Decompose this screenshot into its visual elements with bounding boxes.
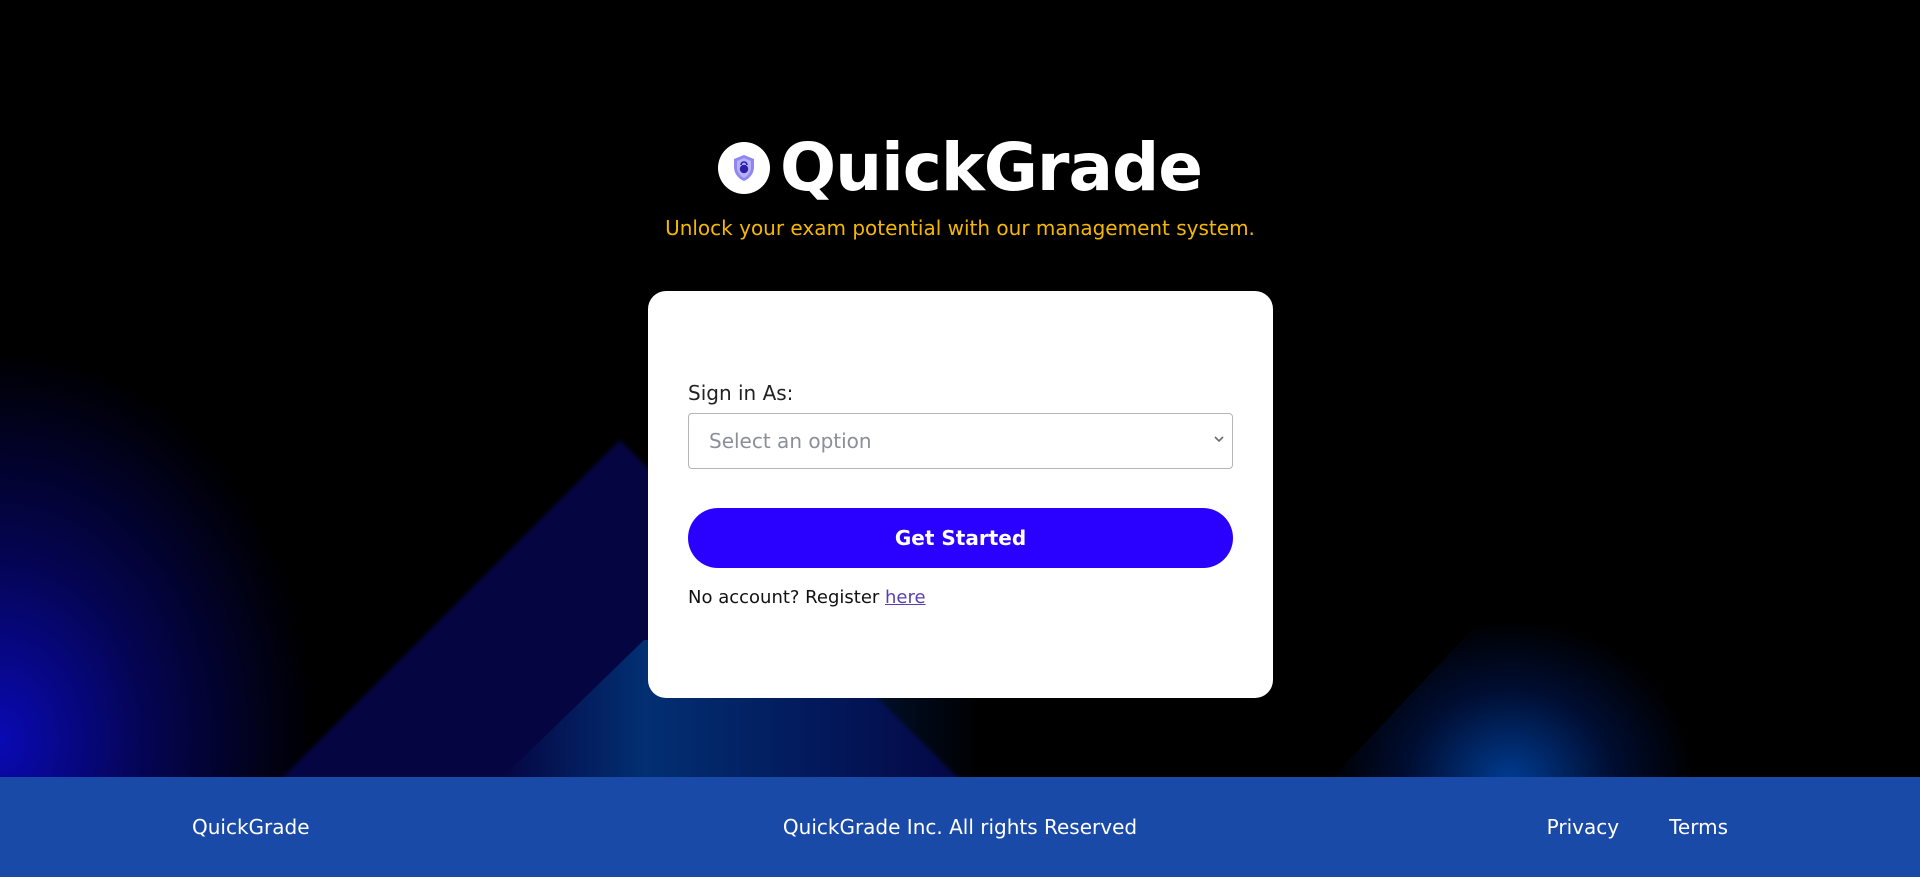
- get-started-button[interactable]: Get Started: [688, 508, 1233, 568]
- privacy-link[interactable]: Privacy: [1547, 815, 1619, 839]
- footer-links: Privacy Terms: [1547, 815, 1728, 839]
- select-placeholder: Select an option: [709, 429, 872, 453]
- chevron-down-icon: [1214, 436, 1224, 443]
- shield-lock-icon: [734, 155, 754, 181]
- logo: [718, 142, 770, 194]
- background-right-glow: [1330, 560, 1850, 780]
- brand-title: QuickGrade: [780, 129, 1203, 206]
- signin-card: Sign in As: Select an option Get Started…: [648, 291, 1273, 698]
- brand-header: QuickGrade: [0, 128, 1920, 208]
- login-page: QuickGrade Unlock your exam potential wi…: [0, 0, 1920, 877]
- background-left-glow: [0, 0, 700, 777]
- signin-role-label: Sign in As:: [688, 381, 794, 405]
- register-prompt-text: No account? Register: [688, 587, 886, 608]
- register-prompt: No account? Register here: [688, 587, 926, 608]
- terms-link[interactable]: Terms: [1669, 815, 1728, 839]
- footer: QuickGrade QuickGrade Inc. All rights Re…: [0, 777, 1920, 877]
- register-link[interactable]: here: [885, 587, 926, 608]
- tagline: Unlock your exam potential with our mana…: [665, 216, 1255, 240]
- signin-role-select[interactable]: Select an option: [688, 413, 1233, 469]
